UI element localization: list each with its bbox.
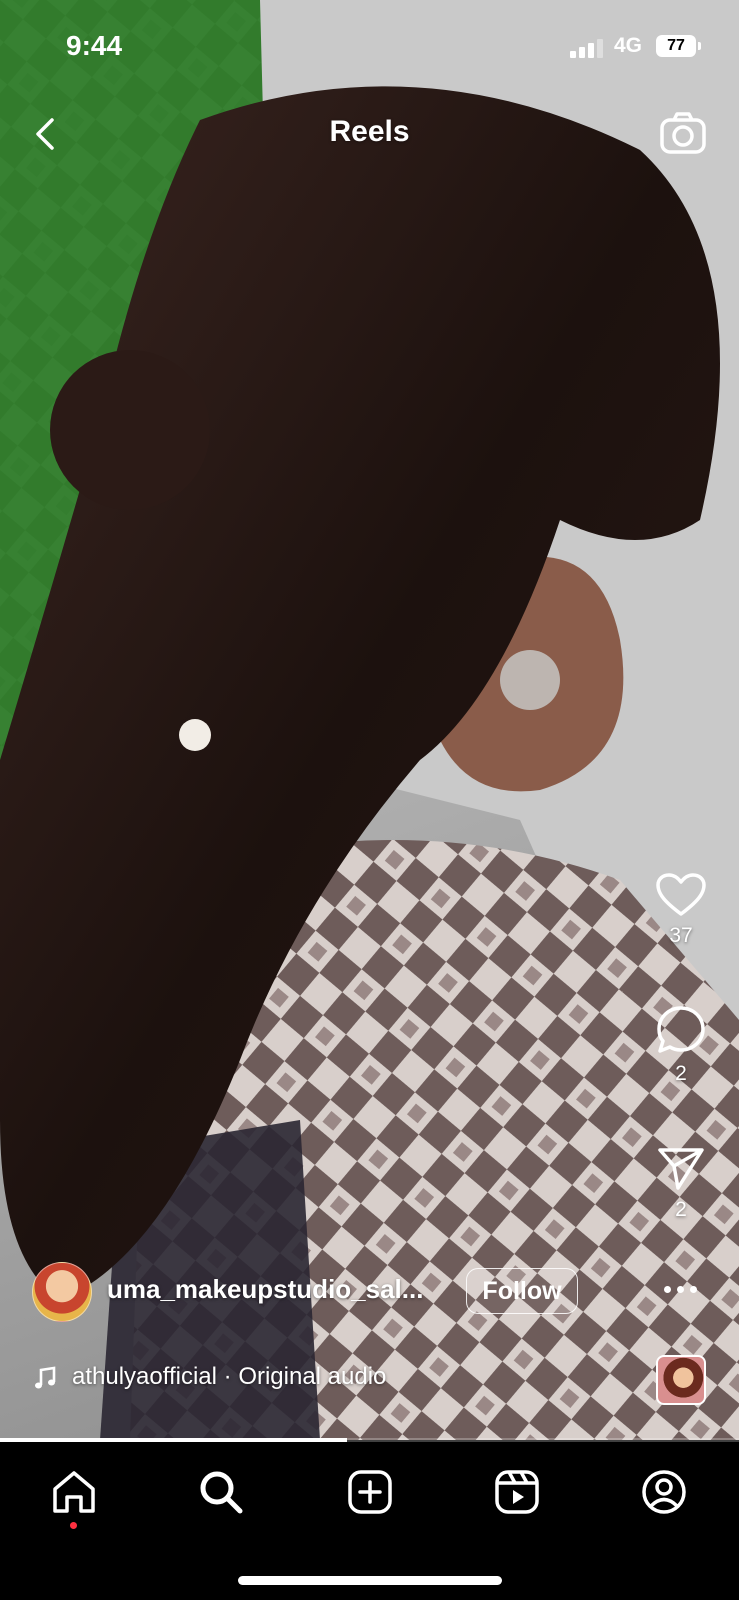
battery-icon: 77 <box>656 35 701 57</box>
home-indicator <box>238 1576 502 1585</box>
comment-count: 2 <box>675 1062 687 1085</box>
cellular-signal-icon <box>570 38 604 58</box>
page-title: Reels <box>329 115 410 148</box>
bottom-nav <box>0 1442 739 1600</box>
heart-icon <box>656 873 706 916</box>
camera-icon <box>660 112 706 154</box>
status-time: 9:44 <box>66 30 123 61</box>
music-note-icon <box>34 1366 56 1390</box>
search-icon <box>200 1471 243 1514</box>
avatar[interactable] <box>32 1262 92 1322</box>
send-icon <box>658 1148 704 1190</box>
comment-icon <box>657 1006 705 1053</box>
more-options-icon[interactable] <box>664 1286 698 1296</box>
audio-label[interactable]: athulyaofficial · Original audio <box>72 1363 386 1391</box>
username[interactable]: uma_makeupstudio_sal... <box>107 1274 423 1305</box>
nav-search[interactable] <box>196 1467 246 1517</box>
home-icon <box>53 1471 95 1513</box>
comment-action[interactable]: 2 <box>646 1004 716 1086</box>
reel-video-frame <box>0 0 739 1440</box>
reel-video[interactable] <box>0 0 739 1440</box>
add-post-icon <box>348 1470 392 1514</box>
nav-reels[interactable] <box>492 1467 542 1517</box>
share-count: 2 <box>675 1198 687 1221</box>
network-type: 4G <box>614 34 643 57</box>
follow-button[interactable]: Follow <box>466 1268 578 1314</box>
status-bar: 9:44 4G 77 <box>0 0 739 95</box>
notification-dot <box>70 1522 77 1529</box>
nav-create[interactable] <box>345 1467 395 1517</box>
share-action[interactable]: 2 <box>646 1146 716 1222</box>
reels-icon <box>495 1470 539 1514</box>
like-count: 37 <box>669 924 693 947</box>
camera-button[interactable] <box>658 110 708 158</box>
nav-home[interactable] <box>49 1467 99 1517</box>
audio-thumbnail[interactable] <box>656 1355 706 1405</box>
nav-profile[interactable] <box>639 1467 689 1517</box>
like-action[interactable]: 37 <box>646 872 716 948</box>
profile-icon <box>642 1470 686 1514</box>
